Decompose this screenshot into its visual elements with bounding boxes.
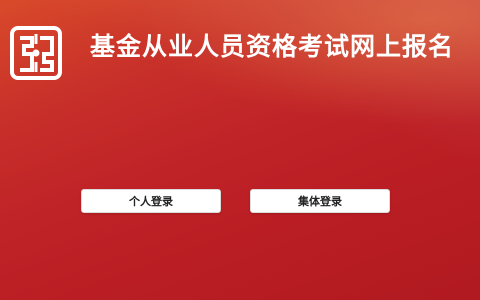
page-title: 基金从业人员资格考试网上报名 bbox=[90, 32, 455, 61]
personal-login-button[interactable]: 个人登录 bbox=[81, 189, 221, 213]
header: 基金从业人员资格考试网上报名 bbox=[10, 26, 480, 80]
group-login-button[interactable]: 集体登录 bbox=[250, 189, 390, 213]
association-seal-logo bbox=[10, 26, 62, 80]
login-page: 基金从业人员资格考试网上报名 个人登录 集体登录 bbox=[0, 0, 480, 300]
